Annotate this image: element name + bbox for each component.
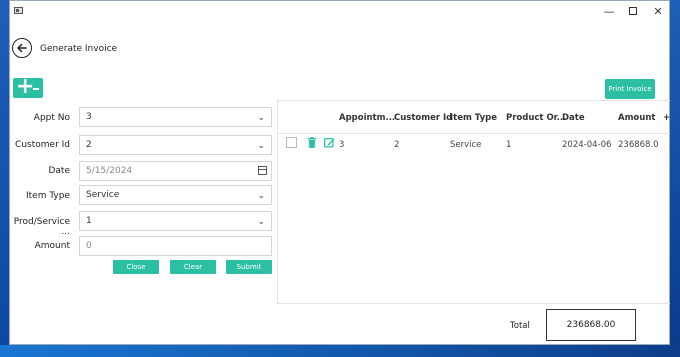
maximize-icon [629,7,637,15]
cell-product: 1 [506,140,512,150]
item-type-select[interactable]: Service ⌄ [79,185,272,205]
column-header[interactable]: Product Or... [506,113,566,123]
appt-no-value: 3 [86,112,92,122]
edit-icon[interactable] [324,137,335,148]
chevron-down-icon: ⌄ [257,113,265,123]
title-bar: — ✕ [10,1,669,23]
prod-service-label: Prod/Service ... [13,217,70,237]
cell-customer-id: 2 [394,140,400,150]
customer-id-label: Customer Id [15,140,70,150]
cell-appointment: 3 [339,140,345,150]
desktop-taskbar-strip [0,345,680,357]
calendar-icon[interactable] [258,166,267,175]
chevron-down-icon: ⌄ [257,217,265,227]
trash-icon[interactable] [307,137,317,148]
plus-icon: + [16,74,35,99]
total-label: Total [510,321,530,331]
app-window: — ✕ Generate Invoice + Print Invoice App… [9,0,670,345]
maximize-button[interactable] [619,4,647,20]
total-value: 236868.00 [546,309,636,341]
submit-button[interactable]: Submit [226,260,272,274]
appt-no-label: Appt No [33,113,70,123]
clear-button[interactable]: Clear [170,260,216,274]
back-button[interactable] [12,38,32,58]
column-header[interactable]: Amount [618,113,655,123]
date-picker[interactable]: 5/15/2024 [79,161,272,181]
customer-id-select[interactable]: 2 ⌄ [79,135,272,155]
add-column-icon[interactable]: + [663,113,670,123]
add-item-button[interactable]: + [13,74,43,99]
minus-icon [33,88,39,90]
amount-label: Amount [34,241,70,251]
amount-value: 0 [86,241,92,251]
appt-no-select[interactable]: 3 ⌄ [79,107,272,127]
cell-item-type: Service [450,140,482,150]
desktop-background-right [670,0,680,357]
customer-id-value: 2 [86,140,92,150]
header-divider [278,133,670,134]
prod-service-select[interactable]: 1 ⌄ [79,211,272,231]
close-window-button[interactable]: ✕ [644,4,672,20]
column-header[interactable]: Customer Id [394,113,452,123]
cell-date: 2024-04-06 [562,140,612,150]
chevron-down-icon: ⌄ [257,141,265,151]
column-header[interactable]: Appointm... [339,113,395,123]
row-checkbox[interactable] [286,137,297,148]
close-button[interactable]: Close [113,260,159,274]
date-label: Date [48,166,70,176]
cell-amount: 236868.0 [618,140,659,150]
column-header[interactable]: Item Type [450,113,497,123]
chevron-down-icon: ⌄ [257,191,265,201]
date-value: 5/15/2024 [86,166,133,176]
item-type-value: Service [86,190,120,200]
amount-input[interactable]: 0 [79,236,272,256]
page-title: Generate Invoice [40,44,118,54]
item-type-label: Item Type [25,191,70,201]
print-invoice-button[interactable]: Print Invoice [605,79,655,99]
invoice-items-table: Appointm... Customer Id Item Type Produc… [277,100,670,304]
app-icon [14,7,23,14]
arrow-left-icon [17,43,27,53]
prod-service-value: 1 [86,216,92,226]
column-header[interactable]: Date [562,113,585,123]
